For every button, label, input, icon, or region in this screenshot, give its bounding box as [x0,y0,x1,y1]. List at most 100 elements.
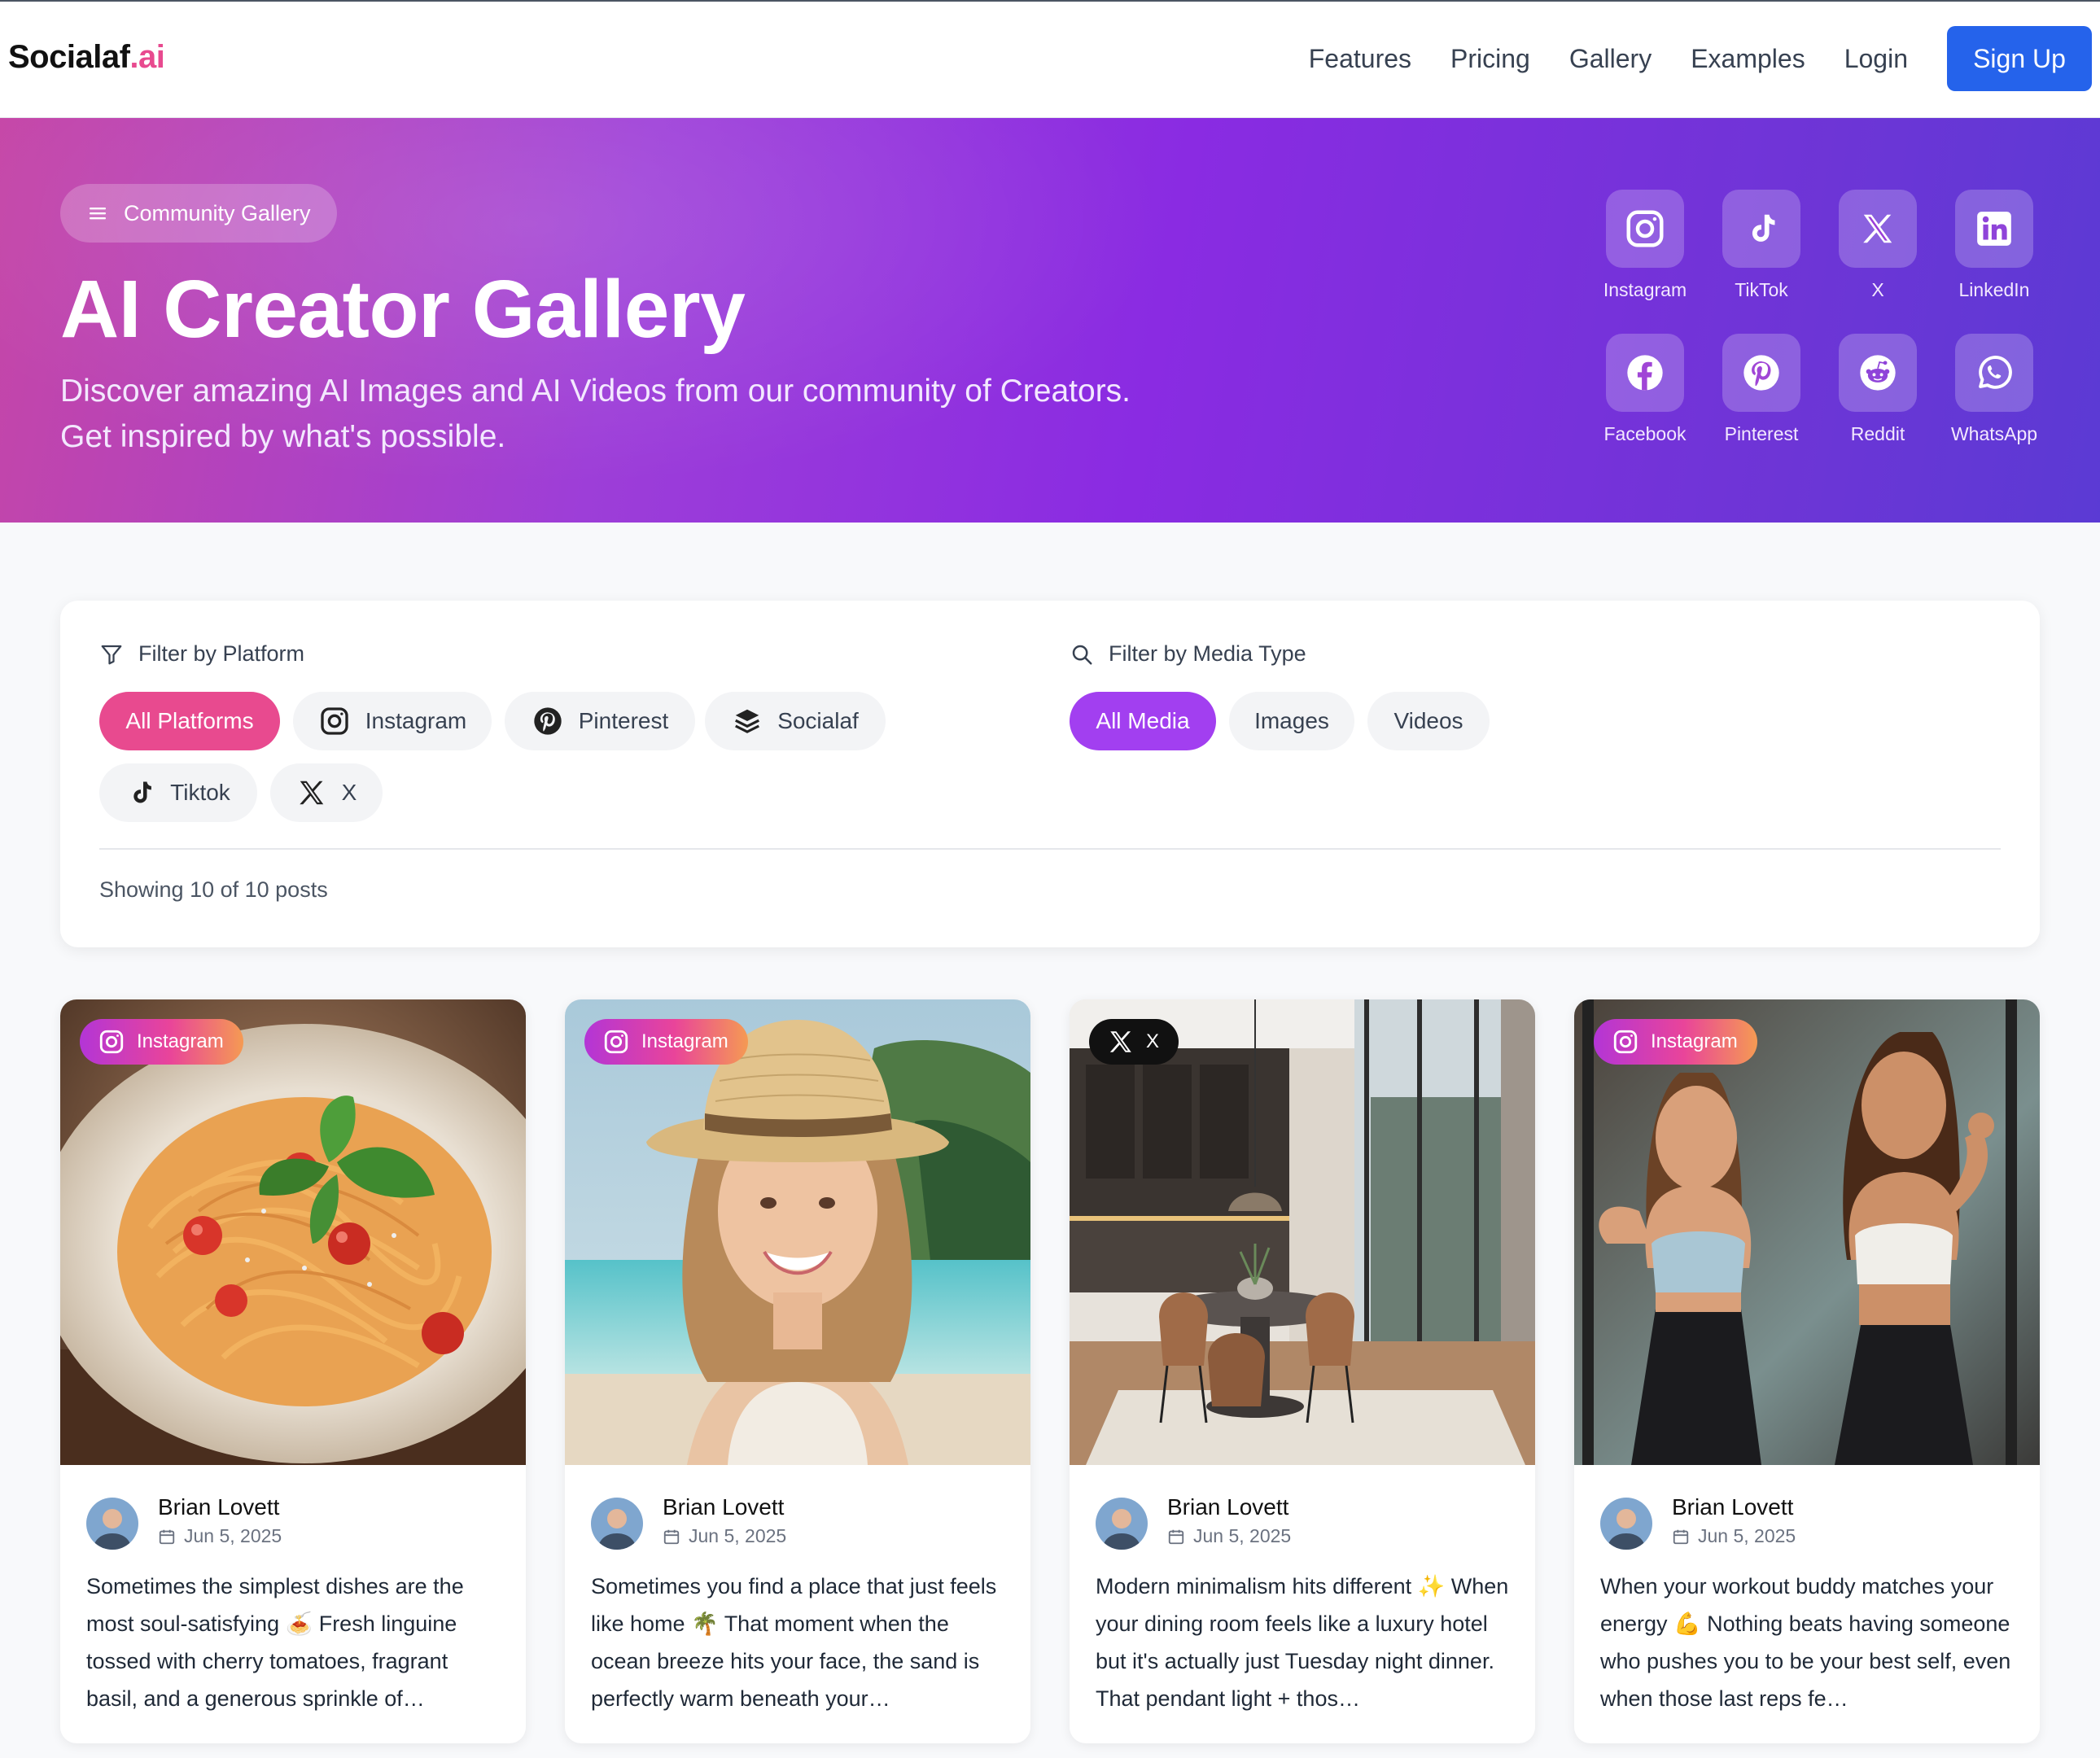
logo-text: Socialaf [8,39,130,75]
post-author[interactable]: Brian Lovett Jun 5, 2025 [86,1493,282,1550]
filter-media-label: Filter by Media Type [1109,641,1306,666]
share-reddit[interactable]: Reddit [1820,334,1936,445]
avatar[interactable] [1600,1498,1652,1550]
avatar[interactable] [591,1498,643,1550]
nav-link-features[interactable]: Features [1309,44,1411,74]
post-date: Jun 5, 2025 [1672,1525,1796,1547]
avatar[interactable] [86,1498,138,1550]
filter-tiktok[interactable]: Tiktok [99,763,257,822]
reddit-icon [1860,355,1896,391]
calendar-icon [159,1529,175,1544]
post-date: Jun 5, 2025 [158,1525,282,1547]
instagram-icon [99,1030,124,1054]
nav-links: Features Pricing Gallery Examples Login … [1309,26,2092,91]
post-author[interactable]: Brian Lovett Jun 5, 2025 [591,1493,786,1550]
filter-panel: Filter by Platform All Platforms Instagr… [60,601,2040,947]
platform-badge-label: Instagram [1651,1030,1738,1052]
whatsapp-icon [1979,356,2012,389]
share-whatsapp-label: WhatsApp [1950,423,2038,444]
instagram-icon [1626,210,1664,247]
page-subtitle: Discover amazing AI Images and AI Videos… [60,374,1131,454]
post-caption: Sometimes the simplest dishes are the mo… [86,1574,464,1711]
share-linkedin[interactable]: LinkedIn [1936,190,2052,301]
post-card[interactable]: Instagram Brian Lovett Jun 5, 2025 Somet… [60,999,526,1743]
filter-pinterest[interactable]: Pinterest [505,692,695,750]
filter-all-media[interactable]: All Media [1070,692,1216,750]
share-x[interactable]: X [1820,190,1936,301]
filter-icon [101,645,122,664]
tiktok-icon [133,781,152,803]
author-name: Brian Lovett [663,1494,785,1520]
x-icon [1863,214,1892,243]
filter-divider [99,848,2001,850]
filter-images-label: Images [1254,708,1329,733]
linkedin-icon [1977,212,2011,246]
share-instagram[interactable]: Instagram [1587,190,1703,301]
page-title: AI Creator Gallery [60,264,746,355]
search-icon [1072,645,1092,664]
post-date: Jun 5, 2025 [663,1525,786,1547]
share-whatsapp[interactable]: WhatsApp [1936,334,2052,445]
share-pinterest[interactable]: Pinterest [1704,334,1819,445]
share-facebook[interactable]: Facebook [1587,334,1703,445]
x-icon [299,781,323,805]
pinterest-icon [534,707,562,735]
post-image[interactable]: Instagram [1574,999,2040,1465]
nav-link-gallery[interactable]: Gallery [1569,44,1652,74]
instagram-icon [1613,1030,1638,1054]
share-reddit-label: Reddit [1850,423,1905,444]
filter-x-label: X [341,780,357,805]
platform-badge: X [1089,1019,1179,1065]
community-gallery-chip: Community Gallery [60,184,337,243]
platform-badge: Instagram [80,1019,243,1065]
filter-all-platforms[interactable]: All Platforms [99,692,280,750]
filter-tiktok-label: Tiktok [170,780,230,805]
platform-badge-label: Instagram [137,1030,224,1052]
post-card[interactable]: Instagram Brian Lovett Jun 5, 2025 Somet… [565,999,1030,1743]
post-card[interactable]: X Brian Lovett Jun 5, 2025 Modern minima… [1070,999,1535,1743]
filter-all-platforms-label: All Platforms [125,708,254,733]
instagram-icon [604,1030,628,1054]
tiktok-icon [1752,214,1775,242]
share-facebook-label: Facebook [1603,423,1687,444]
results-count: Showing 10 of 10 posts [99,877,328,902]
post-caption: Sometimes you find a place that just fee… [591,1574,997,1711]
logo[interactable]: Socialaf.ai [8,39,165,76]
hero-banner: Community Gallery AI Creator Gallery Dis… [0,118,2100,523]
share-tiktok-label: TikTok [1735,279,1788,300]
filter-images[interactable]: Images [1229,692,1354,750]
avatar[interactable] [1096,1498,1148,1550]
x-icon [1109,1031,1131,1052]
share-linkedin-label: LinkedIn [1958,279,2030,300]
signup-button[interactable]: Sign Up [1947,26,2092,91]
filter-all-media-label: All Media [1096,708,1190,733]
post-date: Jun 5, 2025 [1167,1525,1291,1547]
post-date-text: Jun 5, 2025 [689,1525,787,1546]
nav-link-pricing[interactable]: Pricing [1450,44,1530,74]
nav-link-examples[interactable]: Examples [1691,44,1805,74]
filter-socialaf[interactable]: Socialaf [705,692,886,750]
filter-instagram[interactable]: Instagram [293,692,492,750]
nav-link-login[interactable]: Login [1844,44,1908,74]
filter-platform-label: Filter by Platform [138,641,305,666]
post-date-text: Jun 5, 2025 [1698,1525,1796,1546]
share-instagram-label: Instagram [1603,279,1687,300]
post-date-text: Jun 5, 2025 [184,1525,282,1546]
post-image[interactable]: Instagram [565,999,1030,1465]
post-caption: When your workout buddy matches your ene… [1600,1574,2011,1711]
post-author[interactable]: Brian Lovett Jun 5, 2025 [1600,1493,1796,1550]
filter-x[interactable]: X [270,763,383,822]
calendar-icon [1673,1529,1689,1544]
platform-badge-label: X [1146,1030,1160,1052]
post-image[interactable]: X [1070,999,1535,1465]
share-tiktok[interactable]: TikTok [1704,190,1819,301]
post-author[interactable]: Brian Lovett Jun 5, 2025 [1096,1493,1291,1550]
calendar-icon [663,1529,680,1544]
post-card[interactable]: Instagram Brian Lovett Jun 5, 2025 When … [1574,999,2040,1743]
filter-instagram-label: Instagram [365,708,467,733]
post-image[interactable]: Instagram [60,999,526,1465]
author-name: Brian Lovett [1167,1494,1289,1520]
facebook-icon [1627,355,1663,391]
filter-platform-title: Filter by Platform [99,641,304,667]
filter-videos[interactable]: Videos [1367,692,1490,750]
